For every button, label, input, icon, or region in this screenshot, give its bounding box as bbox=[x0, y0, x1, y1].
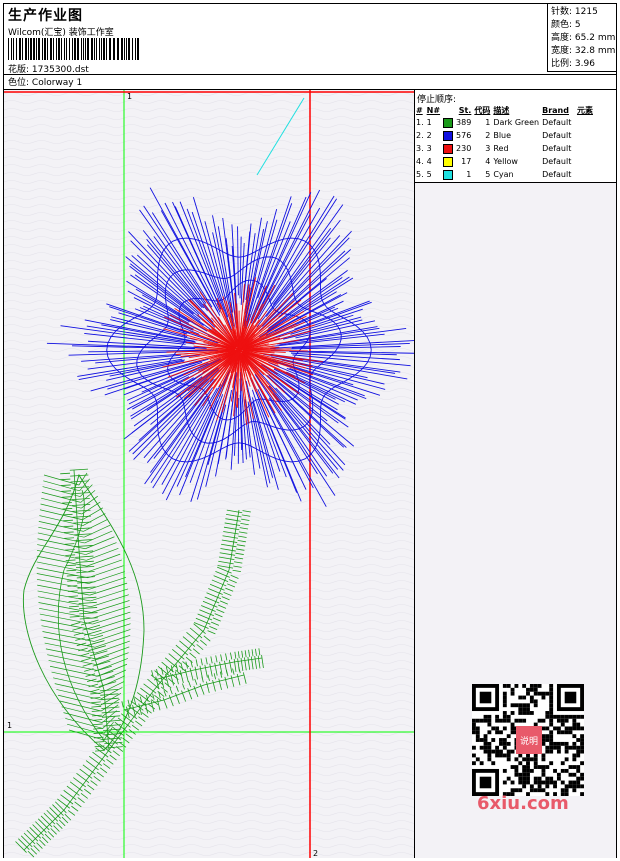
row-needle: 1 bbox=[426, 118, 432, 127]
colorway-row: 色位: Colorway 1 bbox=[8, 75, 82, 88]
row-stitches: 230 bbox=[456, 144, 472, 153]
row-brand: Default bbox=[542, 131, 572, 140]
row-description: Red bbox=[493, 144, 509, 153]
row-description: Cyan bbox=[493, 170, 514, 179]
col-color bbox=[443, 104, 456, 116]
row-code: 4 bbox=[485, 157, 491, 166]
color-swatch bbox=[443, 156, 454, 167]
row-needle: 2 bbox=[426, 131, 432, 140]
guide-top-label: 1 bbox=[127, 92, 132, 101]
row-brand: Default bbox=[542, 170, 572, 179]
col-stop: # bbox=[416, 105, 423, 115]
colorway-value: Colorway 1 bbox=[31, 78, 83, 88]
barcode bbox=[8, 38, 139, 60]
table-row: 3. 3 230 3 Red Default bbox=[416, 142, 596, 155]
row-needle: 5 bbox=[426, 170, 432, 179]
watermark-text: 6xiu.com bbox=[477, 793, 569, 814]
design-canvas: 1 1 2 bbox=[4, 90, 415, 858]
company-name: Wilcom(汇宝) 装饰工作室 bbox=[8, 28, 114, 38]
stitch-count: 针数: 1215 bbox=[551, 7, 598, 17]
row-description: Dark Green bbox=[493, 118, 540, 127]
col-needle: N# bbox=[426, 105, 441, 115]
row-color bbox=[443, 155, 456, 168]
row-stitches: 1 bbox=[466, 170, 472, 179]
row-needle: 3 bbox=[426, 144, 432, 153]
row-code: 2 bbox=[485, 131, 491, 140]
embroidery-preview: 1 1 2 bbox=[4, 90, 414, 858]
table-row: 4. 4 17 4 Yellow Default bbox=[416, 155, 596, 168]
col-brand: Brand bbox=[542, 105, 569, 115]
col-code: 代码 bbox=[474, 105, 491, 115]
colorway-label: 色位: bbox=[8, 78, 30, 88]
row-stop: 2. bbox=[416, 131, 424, 140]
row-color bbox=[443, 142, 456, 155]
design-width: 宽度: 32.8 mm bbox=[551, 46, 616, 56]
row-description: Yellow bbox=[493, 157, 518, 166]
stop-sequence-panel: 停止顺序: # N# St. 代码 描述 Brand 元素 1. 1 389 1 Da… bbox=[415, 90, 616, 183]
stats-box: 针数: 1215 颜色: 5 高度: 65.2 mm 宽度: 32.8 mm 比… bbox=[547, 4, 616, 72]
table-row: 1. 1 389 1 Dark Green Default bbox=[416, 116, 596, 129]
stop-sequence-table: # N# St. 代码 描述 Brand 元素 1. 1 389 1 Dark Gre… bbox=[416, 104, 596, 181]
col-description: 描述 bbox=[493, 105, 510, 115]
row-stop: 5. bbox=[416, 170, 424, 179]
qr-code: 说明 bbox=[472, 684, 584, 796]
row-stitches: 576 bbox=[456, 131, 472, 140]
row-code: 5 bbox=[485, 170, 491, 179]
row-element bbox=[577, 155, 596, 168]
table-row: 2. 2 576 2 Blue Default bbox=[416, 129, 596, 142]
row-color bbox=[443, 168, 456, 181]
row-color bbox=[443, 129, 456, 142]
row-brand: Default bbox=[542, 144, 572, 153]
row-stitches: 389 bbox=[456, 118, 472, 127]
guide-left-label: 1 bbox=[7, 721, 12, 730]
color-swatch bbox=[443, 130, 454, 141]
col-element: 元素 bbox=[576, 105, 593, 115]
page-title: 生产作业图 bbox=[8, 8, 83, 24]
production-worksheet: 生产作业图 Wilcom(汇宝) 装饰工作室 花版: 1735300.dst 色… bbox=[3, 3, 617, 858]
row-color bbox=[443, 116, 456, 129]
row-needle: 4 bbox=[426, 157, 432, 166]
color-swatch bbox=[443, 143, 454, 154]
row-element bbox=[577, 116, 596, 129]
color-swatch bbox=[443, 117, 454, 128]
table-header-row: # N# St. 代码 描述 Brand 元素 bbox=[416, 104, 596, 116]
table-row: 5. 5 1 5 Cyan Default bbox=[416, 168, 596, 181]
row-element bbox=[577, 142, 596, 155]
row-element bbox=[577, 129, 596, 142]
scale-ratio: 比例: 3.96 bbox=[551, 59, 595, 69]
row-description: Blue bbox=[493, 131, 512, 140]
col-stitches: St. bbox=[458, 105, 472, 115]
header: 生产作业图 Wilcom(汇宝) 装饰工作室 花版: 1735300.dst 色… bbox=[4, 4, 616, 90]
color-count: 颜色: 5 bbox=[551, 20, 581, 30]
row-brand: Default bbox=[542, 157, 572, 166]
row-code: 3 bbox=[485, 144, 491, 153]
row-brand: Default bbox=[542, 118, 572, 127]
row-stop: 4. bbox=[416, 157, 424, 166]
row-element bbox=[577, 168, 596, 181]
row-stop: 3. bbox=[416, 144, 424, 153]
divider bbox=[4, 74, 616, 75]
guide-bottom-label: 2 bbox=[313, 849, 318, 858]
row-stitches: 17 bbox=[461, 157, 472, 166]
color-swatch bbox=[443, 169, 454, 180]
qr-center-text: 说明 bbox=[520, 735, 538, 747]
row-code: 1 bbox=[485, 118, 491, 127]
row-stop: 1. bbox=[416, 118, 424, 127]
design-height: 高度: 65.2 mm bbox=[551, 33, 616, 43]
